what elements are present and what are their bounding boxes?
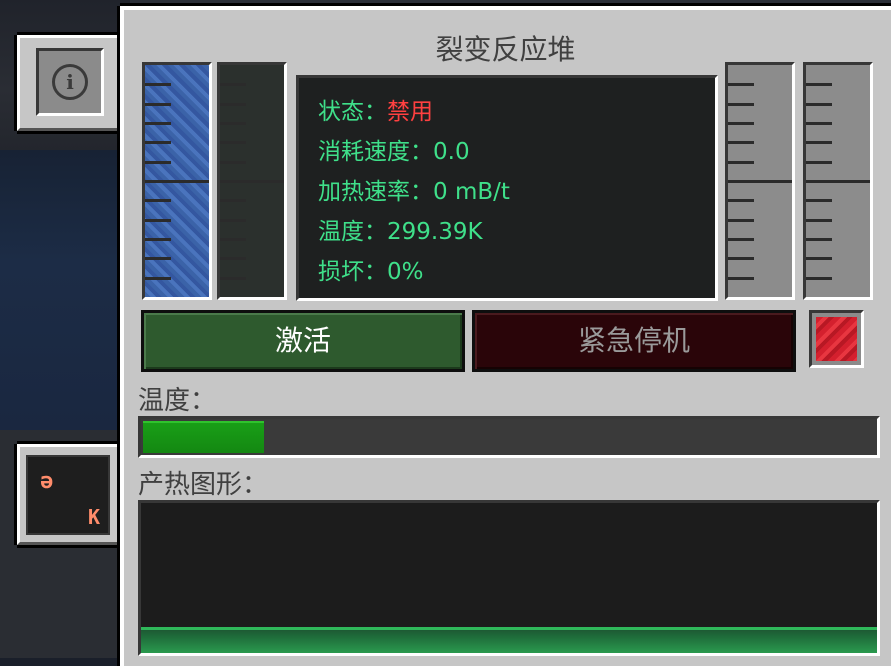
damage-label: 损坏： bbox=[318, 259, 387, 285]
gauge-tick bbox=[220, 83, 246, 86]
heating-rate-label: 加热速率： bbox=[318, 179, 433, 205]
gauge-tick bbox=[145, 103, 171, 106]
gauge-tick bbox=[728, 199, 754, 202]
gauge-tick bbox=[145, 277, 171, 280]
gauge-tick bbox=[728, 238, 754, 241]
kelvin-label: K bbox=[88, 505, 101, 529]
damage-value: 0% bbox=[387, 259, 424, 285]
auto-scram-toggle[interactable] bbox=[809, 310, 864, 368]
info-tab[interactable]: i bbox=[17, 35, 123, 131]
gauge-tick bbox=[806, 83, 832, 86]
steam-tank-gauge[interactable] bbox=[217, 62, 287, 300]
gauge-tick bbox=[145, 238, 171, 241]
gauge-tick bbox=[145, 141, 171, 144]
temperature-bar bbox=[138, 416, 880, 458]
heat-graph-line bbox=[141, 627, 877, 653]
background-water bbox=[0, 150, 140, 430]
gauge-tick bbox=[220, 180, 284, 183]
gauge-tick bbox=[145, 122, 171, 125]
gauge-tick bbox=[806, 257, 832, 260]
gauge-tick bbox=[806, 277, 832, 280]
heat-graph bbox=[138, 500, 880, 656]
gauge-tick bbox=[806, 161, 832, 164]
gauge-tick bbox=[220, 219, 246, 222]
temperature-bar-label: 温度： bbox=[138, 386, 217, 416]
status-row-state: 状态：禁用 bbox=[318, 92, 433, 126]
gauge-tick bbox=[806, 141, 832, 144]
gauge-tick bbox=[220, 141, 246, 144]
gauge-tick bbox=[220, 103, 246, 106]
gauge-tick bbox=[806, 122, 832, 125]
heating-rate-value: 0 mB/t bbox=[433, 179, 510, 205]
gauge-tick bbox=[220, 199, 246, 202]
red-toggle-icon bbox=[816, 317, 857, 361]
water-tank-gauge[interactable] bbox=[142, 62, 212, 300]
gauge-tick bbox=[728, 180, 792, 183]
gauge-tick bbox=[806, 219, 832, 222]
scram-button[interactable]: 紧急停机 bbox=[472, 310, 796, 372]
status-row-damage: 损坏：0% bbox=[318, 252, 424, 286]
gauge-tick bbox=[145, 180, 209, 183]
fuel-tank-gauge[interactable] bbox=[725, 62, 795, 300]
temperature-label: 温度： bbox=[318, 219, 387, 245]
gauge-tick bbox=[806, 238, 832, 241]
state-label: 状态： bbox=[318, 99, 387, 125]
gauge-tick bbox=[145, 219, 171, 222]
temperature-value: 299.39K bbox=[387, 219, 483, 245]
gauge-tick bbox=[728, 141, 754, 144]
gauge-tick bbox=[728, 122, 754, 125]
activate-button[interactable]: 激活 bbox=[141, 310, 465, 372]
gauge-tick bbox=[145, 161, 171, 164]
temperature-tab-slot: ǝ K bbox=[26, 455, 110, 535]
info-icon: i bbox=[52, 64, 88, 100]
gauge-tick bbox=[220, 277, 246, 280]
burn-rate-label: 消耗速度： bbox=[318, 139, 433, 165]
gauge-tick bbox=[728, 103, 754, 106]
gauge-tick bbox=[220, 122, 246, 125]
gauge-tick bbox=[220, 257, 246, 260]
gauge-tick bbox=[728, 277, 754, 280]
gauge-tick bbox=[145, 257, 171, 260]
gauge-tick bbox=[145, 199, 171, 202]
gauge-tick bbox=[806, 180, 870, 183]
fission-reactor-panel: 裂变反应堆 状态：禁用 消耗速度：0.0 加热速率：0 mB/t 温度：299.… bbox=[120, 6, 891, 666]
temperature-bar-fill bbox=[143, 421, 265, 453]
gauge-tick bbox=[728, 83, 754, 86]
gauge-tick bbox=[806, 103, 832, 106]
status-row-heating: 加热速率：0 mB/t bbox=[318, 172, 510, 206]
info-tab-slot: i bbox=[36, 48, 104, 116]
gauge-tick bbox=[220, 238, 246, 241]
heat-graph-label: 产热图形： bbox=[138, 470, 269, 500]
gauge-tick bbox=[728, 219, 754, 222]
state-value: 禁用 bbox=[387, 99, 433, 125]
gauge-tick bbox=[220, 161, 246, 164]
gauge-tick bbox=[145, 83, 171, 86]
status-display: 状态：禁用 消耗速度：0.0 加热速率：0 mB/t 温度：299.39K 损坏… bbox=[296, 75, 718, 301]
burn-rate-value: 0.0 bbox=[433, 139, 470, 165]
gauge-tick bbox=[728, 161, 754, 164]
temperature-units-icon: ǝ bbox=[40, 469, 54, 494]
status-row-burn: 消耗速度：0.0 bbox=[318, 132, 470, 166]
gauge-tick bbox=[806, 199, 832, 202]
gauge-tick bbox=[728, 257, 754, 260]
temperature-tab[interactable]: ǝ K bbox=[17, 444, 123, 545]
status-row-temperature: 温度：299.39K bbox=[318, 212, 483, 246]
waste-tank-gauge[interactable] bbox=[803, 62, 873, 300]
